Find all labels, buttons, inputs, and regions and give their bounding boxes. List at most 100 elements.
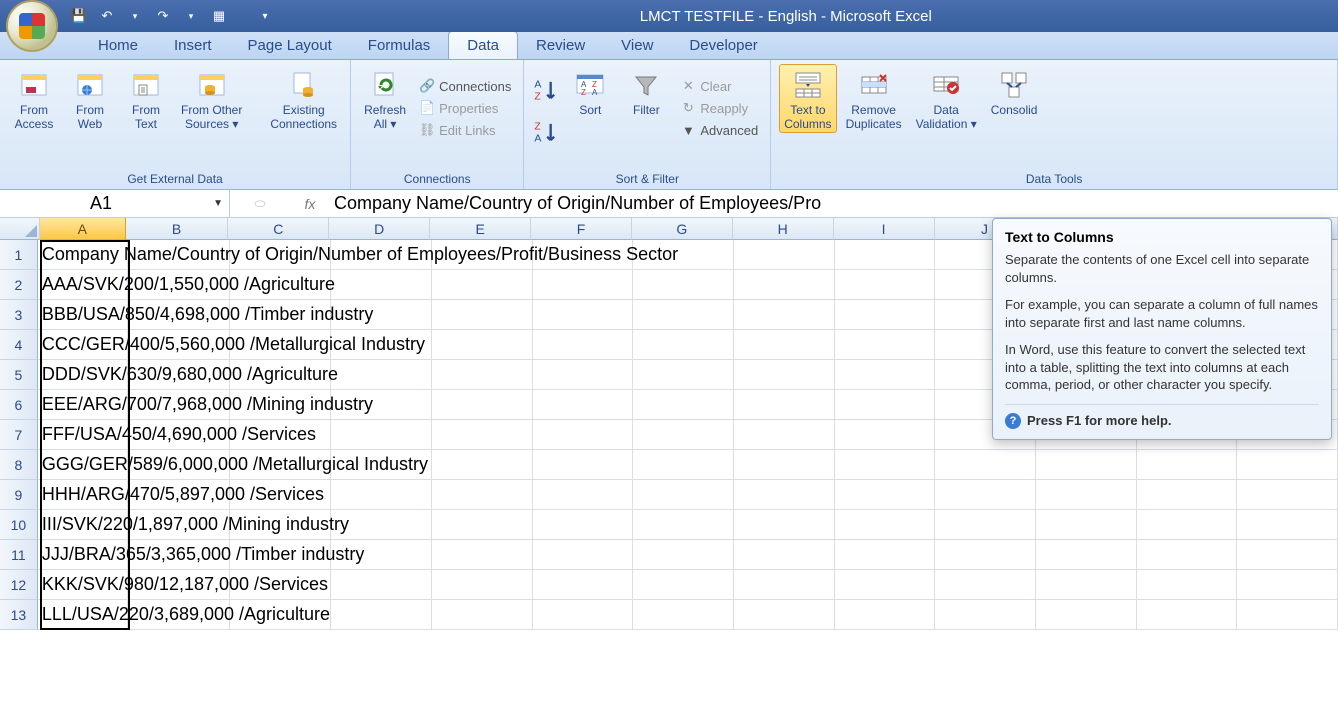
cell[interactable] (835, 510, 936, 540)
cell[interactable] (935, 570, 1036, 600)
cell[interactable] (1036, 450, 1137, 480)
undo-dropdown-icon[interactable]: ▾ (126, 7, 144, 25)
cell[interactable] (432, 510, 533, 540)
cell[interactable] (734, 330, 835, 360)
cell[interactable] (1137, 450, 1238, 480)
cell[interactable] (533, 420, 634, 450)
column-header-C[interactable]: C (228, 218, 329, 240)
cell[interactable] (1237, 450, 1338, 480)
row-header[interactable]: 13 (0, 600, 38, 630)
cell[interactable] (835, 600, 936, 630)
cell[interactable] (331, 570, 432, 600)
cell[interactable] (331, 600, 432, 630)
name-box-dropdown-icon[interactable]: ▼ (213, 198, 223, 209)
column-header-I[interactable]: I (834, 218, 935, 240)
cell[interactable] (331, 360, 432, 390)
sort-button[interactable]: AZZA Sort (564, 64, 616, 118)
sort-desc-button[interactable]: ZA (532, 118, 560, 146)
cell[interactable] (734, 360, 835, 390)
row-header[interactable]: 7 (0, 420, 38, 450)
cell[interactable]: DDD/SVK/630/9,680,000 /Agriculture (38, 360, 128, 390)
cell[interactable] (835, 480, 936, 510)
column-header-E[interactable]: E (430, 218, 531, 240)
cell[interactable]: BBB/USA/850/4,698,000 /Timber industry (38, 300, 128, 330)
cell[interactable] (734, 450, 835, 480)
row-header[interactable]: 12 (0, 570, 38, 600)
cell[interactable] (1237, 600, 1338, 630)
row-header[interactable]: 3 (0, 300, 38, 330)
column-header-A[interactable]: A (40, 218, 126, 240)
cell[interactable] (633, 480, 734, 510)
cell[interactable] (935, 540, 1036, 570)
cell[interactable] (835, 540, 936, 570)
cell[interactable] (633, 540, 734, 570)
office-button[interactable] (6, 0, 58, 52)
cell[interactable] (633, 600, 734, 630)
cell[interactable] (1237, 510, 1338, 540)
row-header[interactable]: 9 (0, 480, 38, 510)
edit-links-button[interactable]: ⛓Edit Links (415, 120, 515, 140)
cell[interactable] (1137, 510, 1238, 540)
cell[interactable] (633, 300, 734, 330)
filter-button[interactable]: Filter (620, 64, 672, 118)
cell[interactable] (835, 240, 936, 270)
cell[interactable] (633, 330, 734, 360)
cell[interactable] (734, 570, 835, 600)
cell[interactable] (533, 300, 634, 330)
sort-asc-button[interactable]: AZ (532, 76, 560, 104)
tab-view[interactable]: View (603, 32, 671, 59)
cell[interactable] (1237, 570, 1338, 600)
tab-insert[interactable]: Insert (156, 32, 230, 59)
refresh-all-button[interactable]: Refresh All ▾ (359, 64, 411, 133)
cell[interactable] (633, 390, 734, 420)
formula-input[interactable] (330, 190, 1338, 217)
cell[interactable]: III/SVK/220/1,897,000 /Mining industry (38, 510, 128, 540)
cell[interactable] (734, 240, 835, 270)
cell[interactable] (331, 270, 432, 300)
redo-dropdown-icon[interactable]: ▾ (182, 7, 200, 25)
cell[interactable] (1036, 540, 1137, 570)
cell[interactable] (533, 360, 634, 390)
cell[interactable] (734, 540, 835, 570)
tab-page-layout[interactable]: Page Layout (230, 32, 350, 59)
fx-icon[interactable]: fx (290, 196, 330, 212)
cell[interactable]: GGG/GER/589/6,000,000 /Metallurgical Ind… (38, 450, 128, 480)
tab-review[interactable]: Review (518, 32, 603, 59)
cell[interactable] (432, 540, 533, 570)
column-header-F[interactable]: F (531, 218, 632, 240)
clear-filter-button[interactable]: ✕Clear (676, 76, 762, 96)
cell[interactable]: LLL/USA/220/3,689,000 /Agriculture (38, 600, 128, 630)
cell[interactable] (734, 480, 835, 510)
select-all-button[interactable] (0, 218, 40, 240)
cell[interactable] (734, 420, 835, 450)
cell[interactable] (533, 540, 634, 570)
data-validation-button[interactable]: Data Validation ▾ (911, 64, 982, 133)
cell[interactable]: AAA/SVK/200/1,550,000 /Agriculture (38, 270, 128, 300)
redo-icon[interactable]: ↷ (154, 7, 172, 25)
cell[interactable] (533, 390, 634, 420)
row-header[interactable]: 6 (0, 390, 38, 420)
cell[interactable] (432, 390, 533, 420)
cell[interactable] (533, 480, 634, 510)
cell[interactable] (633, 360, 734, 390)
cell[interactable] (432, 270, 533, 300)
cell[interactable] (734, 300, 835, 330)
cell[interactable] (331, 420, 432, 450)
cell[interactable] (1237, 540, 1338, 570)
tab-home[interactable]: Home (80, 32, 156, 59)
save-icon[interactable]: 💾 (70, 7, 88, 25)
advanced-filter-button[interactable]: ▼Advanced (676, 120, 762, 140)
cell[interactable] (835, 300, 936, 330)
cell[interactable] (935, 450, 1036, 480)
name-box[interactable]: A1 ▼ (0, 190, 230, 217)
cell[interactable] (734, 390, 835, 420)
cell[interactable] (432, 600, 533, 630)
cell[interactable] (633, 450, 734, 480)
cell[interactable] (734, 600, 835, 630)
cell[interactable] (835, 330, 936, 360)
cell[interactable]: HHH/ARG/470/5,897,000 /Services (38, 480, 128, 510)
cell[interactable] (1036, 600, 1137, 630)
cell[interactable] (533, 330, 634, 360)
undo-icon[interactable]: ↶ (98, 7, 116, 25)
column-header-H[interactable]: H (733, 218, 834, 240)
